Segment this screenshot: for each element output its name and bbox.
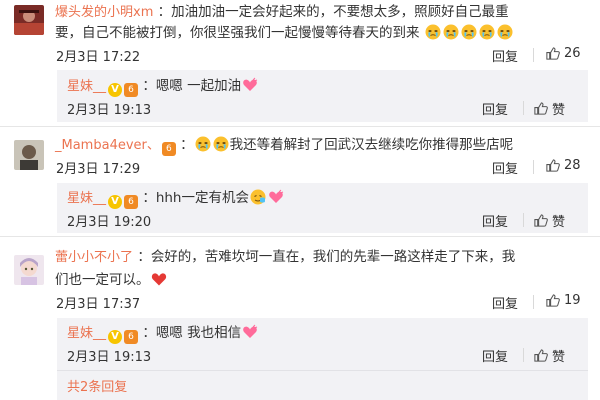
like-button[interactable]: 赞 (533, 211, 565, 230)
divider (0, 126, 600, 127)
comment-username[interactable]: 爆头发的小明xm (55, 5, 153, 20)
comment-item: 蕾小小不小了 ：会好的，苦难坎坷一直在，我们的先辈一路这样走了下来，我 们也一定… (0, 238, 600, 400)
reply-box: 星妹__ V 6 ：hhh一定有机会 2月3日 19:20 回复 赞 (57, 183, 588, 233)
comment-text: 要，自己不能被打倒，你很坚强我们一起慢慢等待春天的到来 (55, 25, 420, 41)
comment-text: 们也一定可以。 (55, 272, 150, 288)
reply-time: 2月3日 19:13 (67, 350, 152, 365)
fist-emoji-icon (250, 189, 266, 205)
reply-text: hhh一定有机会 (155, 190, 249, 206)
comment-text: 会好的，苦难坎坷一直在，我们的先辈一路这样走了下来，我 (150, 249, 516, 265)
reply-box: 星妹__ V 6 ：嗯嗯 一起加油 2月3日 19:13 回复 赞 (57, 70, 588, 122)
reply-button[interactable]: 回复 (482, 99, 508, 118)
like-button[interactable]: 26 (545, 46, 581, 61)
reply-box: 星妹__ V 6 ：嗯嗯 我也相信 2月3日 19:13 回复 赞 共2条回复 (57, 318, 588, 400)
comment-time: 2月3日 17:37 (56, 297, 141, 312)
reply-username[interactable]: 星妹__ (67, 79, 106, 94)
crying-emoji-icon (461, 24, 477, 40)
more-replies-link[interactable]: 共2条回复 (67, 376, 127, 395)
reply-username[interactable]: 星妹__ (67, 326, 106, 341)
divider (533, 160, 534, 174)
reply-time: 2月3日 19:20 (67, 215, 152, 230)
heart-emoji-icon (268, 189, 284, 205)
crying-emoji-icon (425, 24, 441, 40)
like-button[interactable]: 赞 (533, 346, 565, 365)
red-heart-icon (151, 271, 167, 287)
comment-text: 我还等着解封了回武汉去继续吃你推得那些店呢 (229, 137, 514, 153)
divider (57, 370, 588, 371)
divider (533, 295, 534, 309)
like-count: 28 (564, 158, 581, 173)
thumbs-up-icon (533, 348, 548, 363)
crying-emoji-icon (497, 24, 513, 40)
like-count: 19 (564, 293, 581, 308)
divider (523, 101, 524, 115)
level-badge-icon: 6 (161, 142, 176, 156)
crying-emoji-icon (213, 136, 229, 152)
crying-emoji-icon (195, 136, 211, 152)
reply-button[interactable]: 回复 (492, 158, 518, 177)
crying-emoji-icon (443, 24, 459, 40)
reply-button[interactable]: 回复 (482, 211, 508, 230)
reply-text: 嗯嗯 我也相信 (155, 325, 242, 341)
divider (0, 236, 600, 237)
thumbs-up-icon (533, 101, 548, 116)
level-badge-icon: 6 (124, 330, 139, 344)
verified-v-icon: V (108, 330, 123, 344)
level-badge-icon: 6 (124, 195, 139, 209)
divider (523, 348, 524, 362)
comment-time: 2月3日 17:22 (56, 50, 141, 65)
thumbs-up-icon (545, 293, 560, 308)
thumbs-up-icon (533, 213, 548, 228)
thumbs-up-icon (545, 158, 560, 173)
comment-username[interactable]: _Mamba4ever、 (55, 138, 160, 153)
like-button[interactable]: 赞 (533, 99, 565, 118)
heart-emoji-icon (242, 77, 258, 93)
reply-text: 嗯嗯 一起加油 (155, 78, 242, 94)
heart-emoji-icon (242, 324, 258, 340)
reply-button[interactable]: 回复 (482, 346, 508, 365)
like-button[interactable]: 28 (545, 158, 581, 173)
like-count: 26 (564, 46, 581, 61)
comment-text: 加油加油一定会好起来的，不要想太多，照顾好自己最重 (171, 4, 509, 20)
reply-button[interactable]: 回复 (492, 46, 518, 65)
comment-time: 2月3日 17:29 (56, 162, 141, 177)
like-label: 赞 (552, 215, 566, 230)
avatar[interactable] (14, 140, 44, 170)
like-button[interactable]: 19 (545, 293, 581, 308)
crying-emoji-icon (479, 24, 495, 40)
verified-v-icon: V (108, 195, 123, 209)
reply-username[interactable]: 星妹__ (67, 191, 106, 206)
comment-username[interactable]: 蕾小小不小了 (55, 250, 133, 265)
divider (533, 48, 534, 62)
reply-button[interactable]: 回复 (492, 293, 518, 312)
like-label: 赞 (552, 350, 566, 365)
thumbs-up-icon (545, 46, 560, 61)
comment-item: 爆头发的小明xm ：加油加油一定会好起来的，不要想太多，照顾好自己最重 要，自己… (0, 0, 600, 124)
divider (523, 213, 524, 227)
avatar[interactable] (14, 5, 44, 35)
like-label: 赞 (552, 103, 566, 118)
avatar[interactable] (14, 255, 44, 285)
reply-time: 2月3日 19:13 (67, 103, 152, 118)
verified-v-icon: V (108, 83, 123, 97)
level-badge-icon: 6 (124, 83, 139, 97)
comment-item: _Mamba4ever、 6 ：我还等着解封了回武汉去继续吃你推得那些店呢 2月3… (0, 128, 600, 234)
